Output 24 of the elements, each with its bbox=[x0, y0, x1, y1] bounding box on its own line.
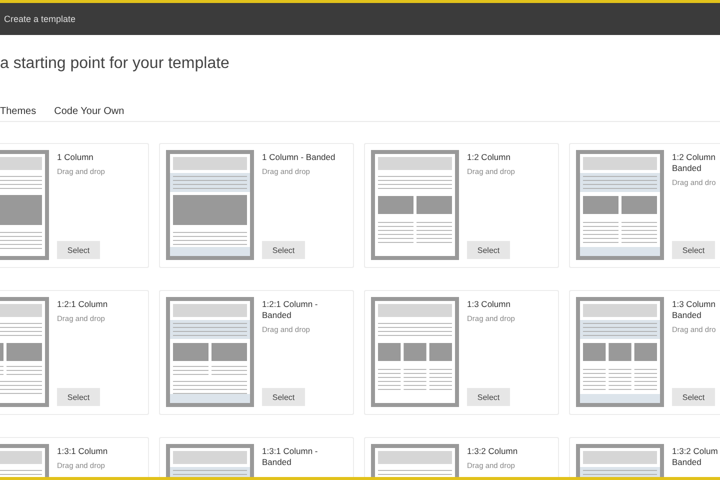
tab[interactable]: Code Your Own bbox=[54, 106, 124, 116]
template-title: 1:2 Column bbox=[467, 152, 512, 163]
select-button[interactable]: Select bbox=[57, 241, 100, 259]
select-button[interactable]: Select bbox=[262, 388, 305, 406]
select-button[interactable]: Select bbox=[672, 388, 715, 406]
select-button[interactable]: Select bbox=[262, 241, 305, 259]
template-title: 1:2 Column Banded bbox=[672, 152, 716, 174]
template-title: 1 Column - Banded bbox=[262, 152, 336, 163]
header-title: Create a template bbox=[3, 14, 76, 24]
template-title: 1:3:2 Colum Banded bbox=[672, 446, 719, 468]
select-button[interactable]: Select bbox=[672, 241, 715, 259]
tab[interactable]: Themes bbox=[0, 106, 36, 116]
template-title: 1:2:1 Column bbox=[57, 299, 109, 310]
select-button[interactable]: Select bbox=[57, 388, 100, 406]
template-title: 1:3:1 Column bbox=[57, 446, 109, 457]
select-button[interactable]: Select bbox=[467, 388, 510, 406]
template-title: 1:3:2 Column bbox=[467, 446, 519, 457]
select-button[interactable]: Select bbox=[467, 241, 510, 259]
template-title: 1:2:1 Column - Banded bbox=[262, 299, 319, 321]
template-title: 1 Column bbox=[57, 152, 94, 163]
template-title: 1:3 Column bbox=[467, 299, 512, 310]
page-heading: a starting point for your template bbox=[0, 55, 230, 73]
template-title: 1:3:1 Column - Banded bbox=[262, 446, 319, 468]
template-title: 1:3 Column Banded bbox=[672, 299, 716, 321]
